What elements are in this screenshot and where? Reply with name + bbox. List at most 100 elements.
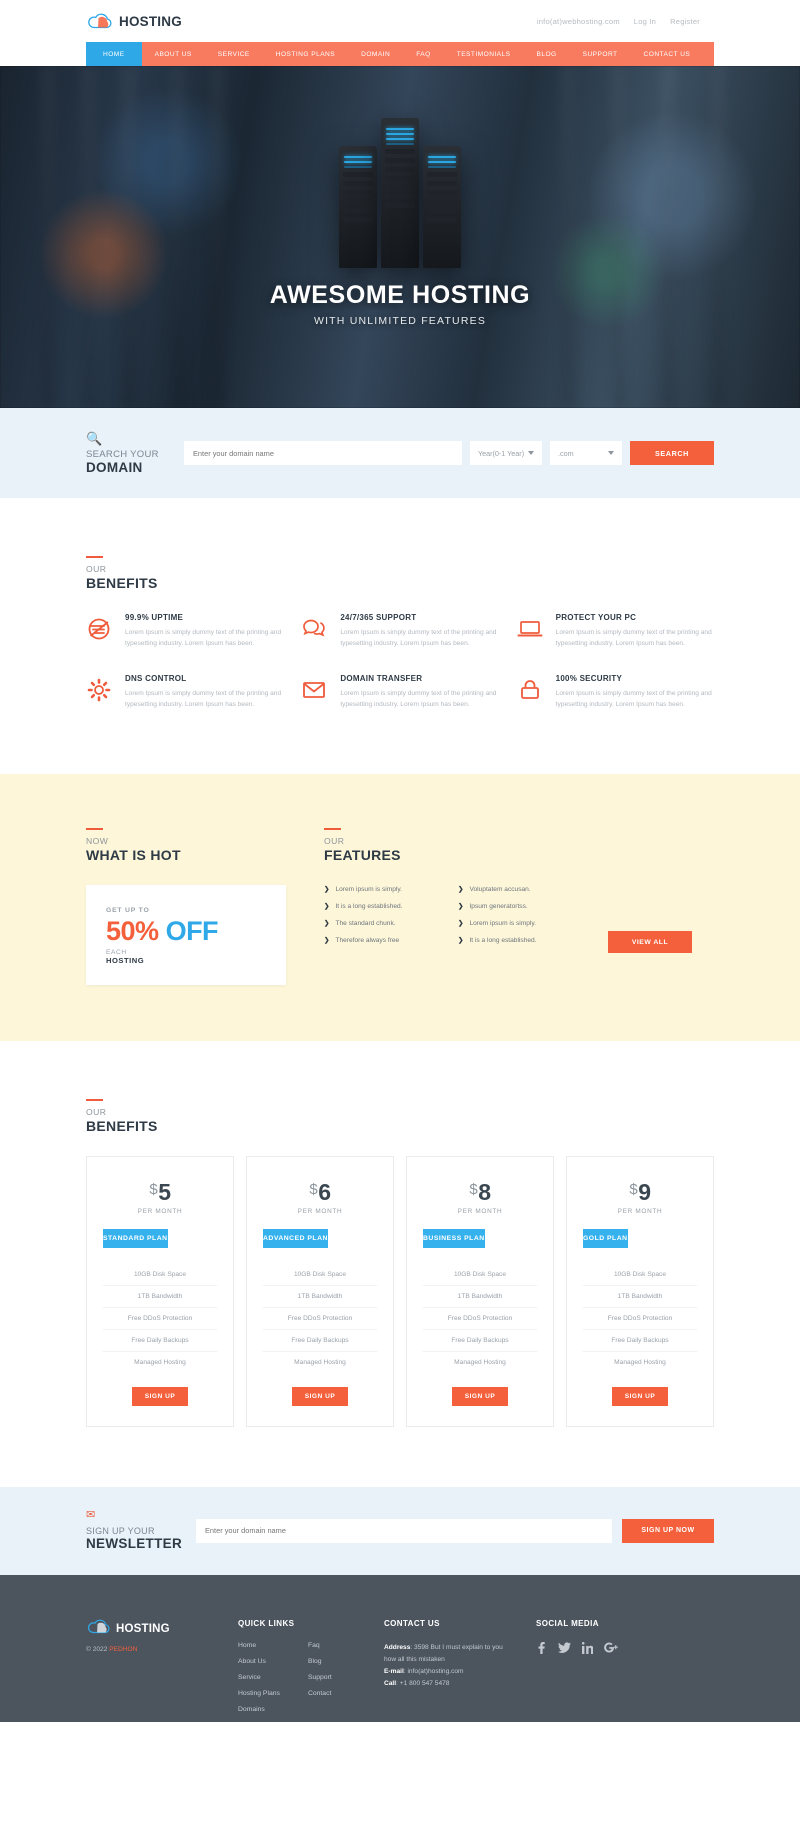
plan-price: $8 — [407, 1179, 553, 1206]
plan-feature: Free Daily Backups — [263, 1330, 377, 1352]
nav-item-about-us[interactable]: ABOUT US — [142, 42, 205, 66]
plan-signup-button[interactable]: SIGN UP — [132, 1386, 188, 1406]
footer-logo[interactable]: HOSTING — [86, 1619, 218, 1639]
newsletter-signup-button[interactable]: SIGN UP NOW — [622, 1518, 714, 1543]
currency-symbol: $ — [309, 1180, 318, 1198]
heading-rule — [86, 1098, 103, 1101]
linkedin-icon[interactable] — [581, 1641, 594, 1657]
feature-list-item: ❯ Ipsum generatortss. — [458, 902, 576, 910]
hot-features-section: NOW WHAT IS HOT GET UP TO 50% OFF EACH H… — [0, 774, 800, 1041]
domain-search-line1: SEARCH YOUR — [86, 448, 159, 460]
nav-item-faq[interactable]: FAQ — [403, 42, 444, 66]
benefit-item: 24/7/365 SUPPORT Lorem Ipsum is simply du… — [301, 613, 498, 650]
promo-discount: 50% OFF — [106, 917, 266, 945]
register-link[interactable]: Register — [670, 17, 700, 26]
hero-subtitle: WITH UNLIMITED FEATURES — [313, 315, 487, 327]
chevron-right-icon: ❯ — [458, 937, 464, 945]
newsletter-input[interactable] — [196, 1518, 612, 1543]
plan-feature: Free Daily Backups — [103, 1330, 217, 1352]
currency-symbol: $ — [149, 1180, 158, 1198]
plan-name-button[interactable]: GOLD PLAN — [583, 1228, 628, 1248]
nav-item-contact-us[interactable]: CONTACT US — [631, 42, 704, 66]
plan-name-button[interactable]: ADVANCED PLAN — [263, 1228, 328, 1248]
top-bar: HOSTING info(at)webhosting.com Log In Re… — [0, 0, 800, 42]
footer-link[interactable]: About Us — [238, 1658, 280, 1665]
footer-link[interactable]: Faq — [308, 1642, 332, 1649]
domain-search-button[interactable]: SEARCH — [630, 441, 714, 465]
nav-item-home[interactable]: HOME — [86, 42, 142, 66]
domain-search-section: 🔍 SEARCH YOUR DOMAIN Year(0-1 Year) .com… — [0, 408, 800, 498]
pricing-grid: $5 PER MONTH STANDARD PLAN 10GB Disk Space 1… — [86, 1155, 714, 1427]
contact-address: Address: 3598 But I must explain to you … — [384, 1642, 506, 1666]
twitter-icon[interactable] — [558, 1642, 571, 1657]
plan-signup-button[interactable]: SIGN UP — [292, 1386, 348, 1406]
nav-item-hosting-plans[interactable]: HOSTING PLANS — [263, 42, 348, 66]
speedometer-icon — [86, 613, 114, 650]
nav-item-testimonials[interactable]: TESTIMONIALS — [444, 42, 524, 66]
domain-name-input[interactable] — [184, 441, 462, 465]
contact-email: info(at)webhosting.com — [536, 16, 620, 26]
nav-item-domain[interactable]: DOMAIN — [348, 42, 403, 66]
features-heading: OUR FEATURES — [324, 828, 714, 863]
newsletter-section: ✉ SIGN UP YOUR NEWSLETTER SIGN UP NOW — [0, 1486, 800, 1575]
plan-period: PER MONTH — [297, 1207, 343, 1215]
hero-title: AWESOME HOSTING — [269, 281, 531, 309]
footer-link[interactable]: Domains — [238, 1706, 280, 1713]
cloud-icon — [86, 13, 112, 29]
promo-each: EACH — [106, 948, 127, 956]
plan-feature: 10GB Disk Space — [423, 1264, 537, 1286]
benefits-heading: OUR BENEFITS — [86, 556, 714, 591]
plan-feature: 1TB Bandwidth — [103, 1286, 217, 1308]
plan-name-button[interactable]: BUSINESS PLAN — [423, 1228, 485, 1248]
benefit-description: Lorem Ipsum is simply dummy text of the … — [125, 629, 282, 648]
page-root: HOSTING info(at)webhosting.com Log In Re… — [0, 0, 800, 1829]
plan-signup-button[interactable]: SIGN UP — [612, 1386, 668, 1406]
promo-percent: 50% — [106, 916, 159, 947]
feature-list-item: ❯ Therefore always free — [324, 936, 442, 944]
footer-link[interactable]: Hosting Plans — [238, 1690, 280, 1697]
nav-item-blog[interactable]: BLOG — [524, 42, 570, 66]
footer-link[interactable]: Contact — [308, 1690, 332, 1697]
envelope-icon: ✉ — [86, 1509, 96, 1522]
plan-name-button[interactable]: STANDARD PLAN — [103, 1228, 168, 1248]
google-plus-icon[interactable] — [604, 1642, 618, 1657]
plan-signup-button[interactable]: SIGN UP — [452, 1386, 508, 1406]
facebook-icon[interactable] — [536, 1641, 547, 1657]
footer-link[interactable]: Blog — [308, 1658, 332, 1665]
nav-item-service[interactable]: SERVICE — [205, 42, 263, 66]
plan-feature: 1TB Bandwidth — [583, 1286, 697, 1308]
currency-symbol: $ — [469, 1180, 478, 1198]
feature-text: It is a long established. — [335, 903, 403, 911]
login-link[interactable]: Log In — [634, 17, 656, 26]
chevron-right-icon: ❯ — [458, 903, 464, 911]
price-value: 6 — [318, 1178, 331, 1205]
pricing-section: OUR BENEFITS $5 PER MONTH STANDARD PLAN 10G… — [0, 1040, 800, 1487]
plan-features: 10GB Disk Space 1TB Bandwidth Free DDoS Pr… — [263, 1264, 377, 1373]
year-select[interactable]: Year(0-1 Year) — [470, 441, 542, 465]
contact-heading: CONTACT US — [384, 1618, 440, 1628]
benefit-item: DNS CONTROL Lorem Ipsum is simply dummy t… — [86, 674, 283, 711]
feature-list-item: ❯ It is a long established. — [324, 902, 442, 910]
site-logo[interactable]: HOSTING — [86, 13, 182, 29]
lock-icon — [517, 674, 545, 711]
cloud-icon — [86, 1619, 110, 1639]
benefit-title: 100% SECURITY — [555, 673, 623, 683]
plan-period: PER MONTH — [617, 1207, 663, 1215]
plan-feature: Managed Hosting — [134, 1358, 186, 1366]
chevron-right-icon: ❯ — [324, 920, 330, 928]
nav-item-support[interactable]: SUPPORT — [570, 42, 631, 66]
footer-link[interactable]: Service — [238, 1674, 280, 1681]
footer-link[interactable]: Support — [308, 1674, 332, 1681]
benefit-title: 99.9% UPTIME — [125, 613, 184, 622]
server-rack-illustration — [339, 118, 461, 268]
benefit-title: DNS CONTROL — [125, 673, 187, 683]
plan-feature: Free DDoS Protection — [263, 1308, 377, 1330]
chat-bubbles-icon — [301, 613, 329, 650]
feature-list-item: ❯ Lorem ipsum is simply. — [458, 919, 576, 927]
tld-select[interactable]: .com — [550, 441, 622, 465]
footer-link[interactable]: Home — [238, 1642, 280, 1649]
plan-features: 10GB Disk Space 1TB Bandwidth Free DDoS Pr… — [423, 1264, 537, 1373]
plan-feature: Free DDoS Protection — [103, 1308, 217, 1330]
plan-features: 10GB Disk Space 1TB Bandwidth Free DDoS Pr… — [103, 1264, 217, 1373]
view-all-button[interactable]: VIEW ALL — [608, 931, 692, 954]
